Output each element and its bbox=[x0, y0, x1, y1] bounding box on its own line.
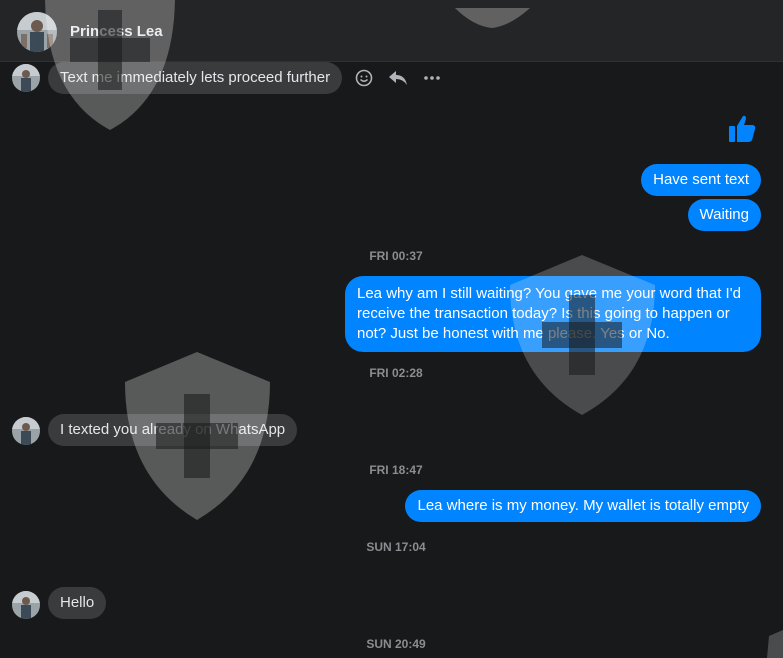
shield-cross-watermark bbox=[767, 630, 783, 658]
avatar-image bbox=[12, 591, 40, 619]
contact-name[interactable]: Princess Lea bbox=[70, 23, 163, 40]
outgoing-message[interactable]: Lea where is my money. My wallet is tota… bbox=[405, 490, 761, 522]
contact-avatar-small[interactable] bbox=[12, 591, 40, 619]
more-options-icon[interactable] bbox=[420, 66, 444, 90]
timestamp: SUN 20:49 bbox=[366, 637, 426, 651]
conversation-header: Princess Lea bbox=[0, 0, 783, 62]
outgoing-message[interactable]: Have sent text bbox=[641, 164, 761, 196]
outgoing-message[interactable]: Lea why am I still waiting? You gave me … bbox=[345, 276, 761, 352]
reply-icon[interactable] bbox=[386, 66, 410, 90]
incoming-message[interactable]: Hello bbox=[48, 587, 107, 619]
incoming-message[interactable]: I texted you already on WhatsApp bbox=[48, 414, 298, 446]
contact-avatar-small[interactable] bbox=[12, 417, 40, 445]
avatar-image bbox=[17, 12, 57, 52]
avatar-image bbox=[12, 417, 40, 445]
timestamp: SUN 17:04 bbox=[366, 540, 426, 554]
outgoing-message[interactable]: Waiting bbox=[687, 199, 761, 231]
contact-avatar-small[interactable] bbox=[12, 64, 40, 92]
incoming-message[interactable]: Text me immediately lets proceed further bbox=[48, 62, 343, 94]
timestamp: FRI 00:37 bbox=[369, 249, 423, 263]
timestamp: FRI 02:28 bbox=[369, 366, 423, 380]
timestamp: FRI 18:47 bbox=[369, 463, 423, 477]
thumbs-up-icon[interactable] bbox=[728, 114, 756, 144]
contact-avatar[interactable] bbox=[17, 12, 57, 52]
smiley-icon[interactable] bbox=[352, 66, 376, 90]
avatar-image bbox=[12, 64, 40, 92]
